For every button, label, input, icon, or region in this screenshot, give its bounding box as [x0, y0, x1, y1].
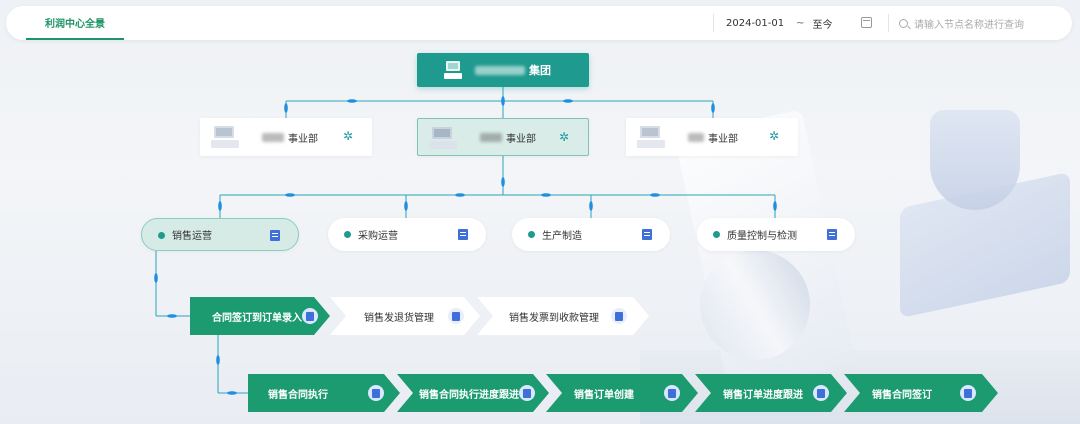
domain-label: 质量控制与检测: [727, 231, 797, 242]
server-icon: [211, 126, 239, 148]
domain-dot: [344, 231, 351, 238]
process-step-label: 合同签订到订单录入: [212, 312, 302, 324]
process-step-label: 销售发票到收款管理: [509, 312, 599, 324]
domain-label: 生产制造: [542, 231, 582, 242]
domain-dot: [158, 232, 165, 239]
bu-name: 事业部: [288, 133, 318, 145]
process-step-contract-to-order[interactable]: 合同签订到订单录入: [190, 297, 330, 335]
domain-quality-control[interactable]: 质量控制与检测: [697, 218, 855, 251]
domain-dot: [528, 231, 535, 238]
document-icon[interactable]: [664, 385, 680, 401]
domain-label: 采购运营: [358, 231, 398, 242]
gear-icon[interactable]: ✲: [343, 130, 354, 142]
document-icon[interactable]: [448, 308, 464, 324]
document-icon[interactable]: [960, 385, 976, 401]
domain-sales-operations[interactable]: 销售运营: [141, 218, 299, 251]
group-node[interactable]: 集团: [417, 53, 589, 87]
document-icon[interactable]: [827, 229, 837, 240]
group-name-redacted: [475, 65, 525, 75]
server-icon: [429, 127, 457, 149]
group-name: 集团: [529, 64, 551, 77]
document-icon[interactable]: [368, 385, 384, 401]
process-step-contract-progress-tracking[interactable]: 销售合同执行进度跟进: [397, 374, 549, 412]
domain-dot: [713, 231, 720, 238]
bu-name: 事业部: [506, 133, 536, 145]
process-step-label: 销售合同执行进度跟进: [419, 389, 519, 401]
process-step-invoice-to-collection[interactable]: 销售发票到收款管理: [477, 297, 649, 335]
document-icon[interactable]: [519, 385, 535, 401]
document-icon[interactable]: [611, 308, 627, 324]
bu-name-redacted: [480, 132, 502, 142]
process-step-order-creation[interactable]: 销售订单创建: [546, 374, 698, 412]
gear-icon[interactable]: ✲: [559, 131, 570, 143]
document-icon[interactable]: [270, 230, 280, 241]
document-icon[interactable]: [642, 229, 652, 240]
bu-name-redacted: [262, 132, 284, 142]
business-unit-node[interactable]: 事业部 ✲: [626, 118, 798, 156]
domain-label: 销售运营: [172, 231, 212, 242]
domain-manufacturing[interactable]: 生产制造: [512, 218, 670, 251]
document-icon[interactable]: [458, 229, 468, 240]
process-step-label: 销售订单创建: [574, 389, 634, 401]
process-step-label: 销售订单进度跟进: [723, 389, 803, 401]
process-step-contract-signing[interactable]: 销售合同签订: [844, 374, 998, 412]
bu-name: 事业部: [708, 133, 738, 145]
document-icon[interactable]: [813, 385, 829, 401]
bu-name-redacted: [688, 132, 704, 142]
process-step-label: 销售合同签订: [872, 389, 932, 401]
process-step-order-progress-tracking[interactable]: 销售订单进度跟进: [695, 374, 847, 412]
domain-procurement-operations[interactable]: 采购运营: [328, 218, 486, 251]
process-step-sales-shipment-return[interactable]: 销售发退货管理: [330, 297, 480, 335]
process-step-label: 销售发退货管理: [364, 312, 434, 324]
document-icon[interactable]: [302, 308, 318, 324]
process-step-label: 销售合同执行: [268, 389, 328, 401]
server-icon: [637, 126, 665, 148]
building-icon: [444, 61, 462, 79]
process-step-contract-execution[interactable]: 销售合同执行: [248, 374, 400, 412]
business-unit-node[interactable]: 事业部 ✲: [200, 118, 372, 156]
business-unit-node-selected[interactable]: 事业部 ✲: [417, 118, 589, 156]
gear-icon[interactable]: ✲: [769, 130, 780, 142]
